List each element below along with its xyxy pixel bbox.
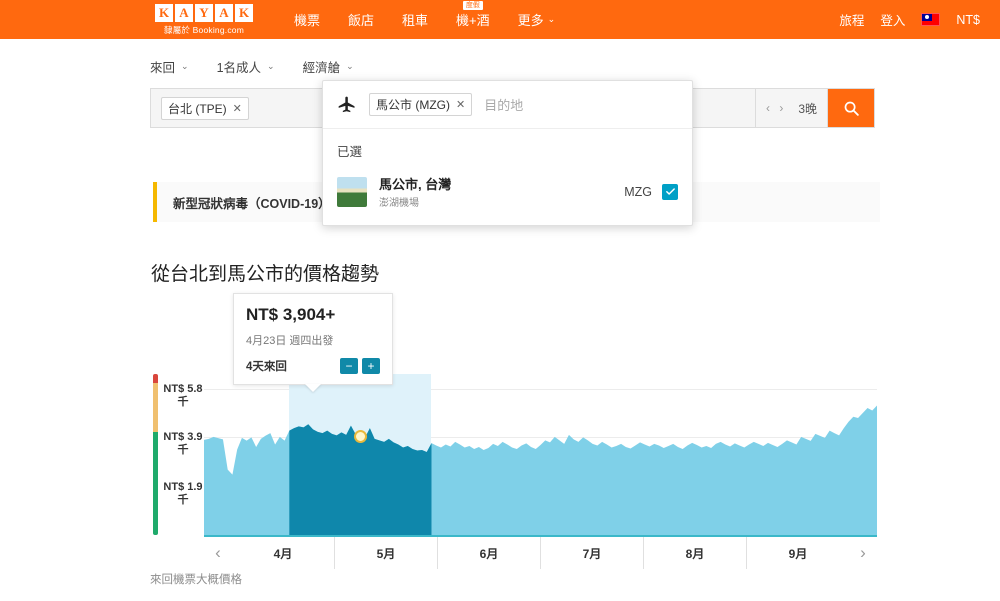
- nav-item-more[interactable]: 更多 ⌄: [504, 0, 570, 39]
- taiwan-flag-icon[interactable]: [921, 13, 941, 26]
- chart-plot-area[interactable]: [204, 374, 877, 535]
- filter-label: 來回: [150, 61, 176, 75]
- filter-passengers[interactable]: 1名成人 ⌄: [217, 57, 275, 76]
- result-airport-code: MZG: [624, 184, 652, 199]
- origin-chip-label: 台北 (TPE): [168, 101, 227, 116]
- dropdown-input-row[interactable]: 馬公市 (MZG) ✕ 目的地: [323, 81, 692, 129]
- origin-chip[interactable]: 台北 (TPE) ✕: [161, 96, 249, 120]
- month-tick[interactable]: 7月: [540, 537, 643, 569]
- chevron-down-icon: ⌄: [181, 61, 189, 71]
- price-trend-title: 從台北到馬公市的價格趨勢: [151, 264, 380, 285]
- trip-duration: 4天來回: [246, 361, 287, 373]
- dropdown-result-item[interactable]: 馬公市, 台灣 澎湖機場 MZG: [323, 166, 692, 225]
- top-header: K A Y A K 隸屬於 Booking.com 機票 飯店 租車 度假 機+…: [0, 0, 1000, 39]
- price-tooltip-card: NT$ 3,904+ 4月23日 週四出發 4天來回 − +: [233, 293, 393, 385]
- logo-letter: K: [235, 3, 253, 22]
- destination-chip[interactable]: 馬公市 (MZG) ✕: [369, 93, 473, 116]
- logo-letter: A: [215, 3, 233, 22]
- dropdown-section-label: 已選: [337, 145, 363, 159]
- destination-dropdown: 馬公市 (MZG) ✕ 目的地 已選 馬公市, 台灣 澎湖機場 MZG: [322, 80, 693, 226]
- price-card-controls: 4天來回 − +: [246, 358, 380, 374]
- logo-letter: A: [175, 3, 193, 22]
- origin-field[interactable]: 台北 (TPE) ✕: [151, 89, 345, 127]
- signin-link[interactable]: 登入: [880, 10, 905, 29]
- close-icon[interactable]: ✕: [233, 102, 242, 115]
- duration-stepper: − +: [340, 358, 380, 374]
- main-navigation: 機票 飯店 租車 度假 機+酒 更多 ⌄: [280, 0, 569, 39]
- result-title: 馬公市, 台灣: [379, 177, 452, 192]
- nav-label: 機票: [294, 13, 321, 28]
- currency-selector[interactable]: NT$: [956, 13, 980, 27]
- nav-item-packages[interactable]: 度假 機+酒: [442, 0, 504, 39]
- prev-months-button[interactable]: ‹: [204, 543, 232, 563]
- logo-letter: Y: [195, 3, 213, 22]
- price-scale-bar: [153, 374, 158, 535]
- result-subtitle: 澎湖機場: [379, 198, 419, 209]
- nav-item-hotels[interactable]: 飯店: [334, 0, 388, 39]
- nav-label: 更多: [517, 13, 544, 28]
- destination-thumbnail: [337, 176, 367, 207]
- chevron-down-icon: ⌄: [547, 14, 556, 24]
- logo-letter: K: [155, 3, 173, 22]
- next-months-button[interactable]: ›: [849, 543, 877, 563]
- airplane-icon: [338, 96, 355, 112]
- check-icon: [665, 188, 675, 195]
- nav-item-cars[interactable]: 租車: [388, 0, 442, 39]
- y-tick-label: NT$ 5.8 千: [163, 383, 203, 409]
- nav-item-flights[interactable]: 機票: [280, 0, 334, 39]
- destination-placeholder: 目的地: [484, 98, 524, 113]
- increase-duration-button[interactable]: +: [362, 358, 380, 374]
- destination-chip-label: 馬公市 (MZG): [376, 98, 450, 112]
- search-filters: 來回 ⌄ 1名成人 ⌄ 經濟艙 ⌄: [150, 57, 1000, 76]
- nights-label: 3晚: [798, 101, 818, 116]
- nav-label: 租車: [402, 13, 429, 28]
- filter-label: 經濟艙: [302, 61, 341, 75]
- chart-x-axis: ‹ 4月 5月 6月 7月 8月 9月 ›: [204, 535, 877, 569]
- header-right-actions: 旅程 登入 NT$: [839, 10, 980, 29]
- month-tick[interactable]: 6月: [437, 537, 540, 569]
- nav-badge: 度假: [462, 1, 483, 10]
- chevron-down-icon: ⌄: [267, 61, 275, 71]
- chart-area-series: [204, 405, 877, 535]
- filter-label: 1名成人: [216, 61, 262, 75]
- date-nav-arrows[interactable]: ‹ ›: [766, 101, 786, 115]
- y-tick-label: NT$ 1.9 千: [163, 481, 203, 507]
- month-tick[interactable]: 4月: [232, 537, 334, 569]
- result-checkbox[interactable]: [662, 183, 678, 200]
- nights-field[interactable]: ‹ › 3晚: [756, 89, 829, 127]
- month-tick[interactable]: 5月: [334, 537, 437, 569]
- y-tick-label: NT$ 3.9 千: [163, 430, 203, 456]
- departure-date: 4月23日 週四出發: [246, 335, 334, 347]
- nav-label: 機+酒: [456, 13, 490, 28]
- dropdown-result-text: 馬公市, 台灣 澎湖機場: [379, 174, 624, 209]
- filter-cabin-class[interactable]: 經濟艙 ⌄: [303, 57, 354, 76]
- kayak-logo[interactable]: K A Y A K 隸屬於 Booking.com: [150, 3, 258, 36]
- chart-caption: 來回機票大概價格: [150, 574, 242, 586]
- nav-label: 飯店: [348, 13, 375, 28]
- filter-trip-type[interactable]: 來回 ⌄: [150, 57, 189, 76]
- month-tick[interactable]: 9月: [746, 537, 849, 569]
- logo-tiles: K A Y A K: [155, 3, 253, 22]
- trips-link[interactable]: 旅程: [839, 10, 864, 29]
- price-value: NT$ 3,904+: [246, 305, 336, 324]
- close-icon[interactable]: ✕: [456, 98, 465, 111]
- decrease-duration-button[interactable]: −: [340, 358, 358, 374]
- month-tick[interactable]: 8月: [643, 537, 746, 569]
- chevron-down-icon: ⌄: [346, 61, 354, 71]
- logo-subtitle: 隸屬於 Booking.com: [164, 24, 244, 35]
- month-tick-list: 4月 5月 6月 7月 8月 9月: [232, 537, 849, 569]
- search-button[interactable]: [828, 89, 875, 127]
- magnifier-icon: [844, 101, 859, 116]
